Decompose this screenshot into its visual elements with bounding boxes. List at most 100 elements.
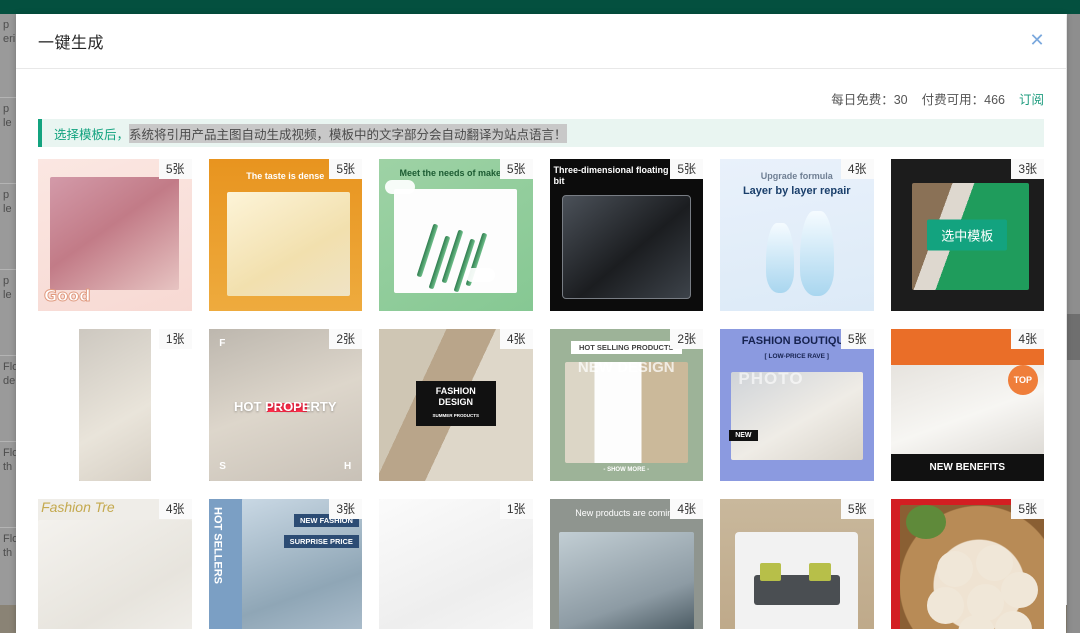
app-top-bar [0, 0, 1080, 14]
template-art-footer: - SHOW MORE - [603, 467, 650, 474]
template-count-badge: 4张 [158, 499, 192, 519]
template-thumbnail-art: HOT PROPERTY F S H [208, 329, 362, 481]
template-art-subtitle: [ LOW-PRICE RAVE ] [764, 353, 829, 361]
template-thumbnail[interactable]: Good [38, 159, 192, 311]
select-template-button[interactable]: 选中模板 [927, 219, 1008, 251]
template-card[interactable]: New products are coming 4张 [549, 499, 703, 629]
template-count-badge: 1张 [158, 329, 192, 349]
template-thumbnail-art: Good [38, 159, 192, 311]
template-card[interactable]: 选中模板 3张 [890, 159, 1044, 311]
page-scrollbar-thumb[interactable] [1067, 314, 1080, 360]
cloud-shape [464, 268, 495, 283]
template-card[interactable]: Good 5张 [38, 159, 192, 311]
paid-label: 付费可用： [921, 92, 985, 107]
greens-shape [905, 505, 946, 539]
template-art-watermark: PHOTO [738, 368, 804, 388]
template-thumbnail-art: TOP NEW BENEFITS [890, 329, 1044, 481]
modal-body: 每日免费：30 付费可用：466 订阅 选择模板后， 系统将引用产品主图自动生成视… [16, 69, 1066, 632]
template-art-script: Fashion Tre [41, 499, 115, 515]
template-card[interactable]: Three-dimensional floating three-bit 5张 [549, 159, 703, 311]
template-thumbnail[interactable]: The taste is dense [208, 159, 362, 311]
bottle-shape [799, 210, 834, 296]
template-art-label: HOT SELLING PRODUCTS [570, 341, 682, 355]
bun-shape [936, 550, 974, 588]
template-card[interactable]: The taste is dense 5张 [208, 159, 362, 311]
template-thumbnail[interactable]: HOT PROPERTY F S H [208, 329, 362, 481]
template-count-badge: 3张 [329, 499, 362, 519]
template-count-badge: 5张 [840, 329, 874, 349]
template-thumbnail[interactable]: Meet the needs of makeup [379, 159, 533, 311]
close-icon[interactable]: ✕ [1024, 28, 1050, 54]
template-art-watermark: NEW DESIGN [577, 359, 675, 377]
app-root: p erip lep lep leFlo deFlo thFlo th 提示：为… [0, 0, 1080, 633]
template-thumbnail-art: FASHION DESIGN SUMMER PRODUCTS [379, 329, 533, 481]
template-count-badge: 5张 [670, 159, 703, 179]
modal-header: 一键生成 ✕ [16, 14, 1066, 69]
corner-letter: H [344, 460, 352, 472]
template-card[interactable]: 1张 [379, 499, 533, 629]
corner-letter: S [219, 460, 226, 472]
bun-shape [1001, 571, 1038, 609]
template-card[interactable]: 1张 [38, 329, 192, 481]
template-art-badge: NEW [729, 430, 758, 442]
template-thumbnail[interactable]: TOP NEW BENEFITS [890, 329, 1044, 481]
template-card[interactable]: HOT SELLERS NEW FASHION SURPRISE PRICE 3张 [208, 499, 362, 629]
corner-letter: F [219, 338, 226, 350]
one-click-generate-modal: 一键生成 ✕ 每日免费：30 付费可用：466 订阅 选择模板后， 系统将引用产品… [16, 14, 1066, 633]
template-grid: Good 5张 The taste is dense 5张 Meet the needs… [38, 159, 1044, 629]
template-count-badge: 4张 [840, 159, 874, 179]
template-art-pill: SURPRISE PRICE [283, 535, 359, 549]
template-count-badge: 2张 [670, 329, 703, 349]
template-count-badge: 5张 [329, 159, 362, 179]
template-count-badge: 4张 [670, 499, 703, 519]
template-card[interactable]: TOP NEW BENEFITS 4张 [890, 329, 1044, 481]
template-card[interactable]: FASHION BOUTIQUE[ LOW-PRICE RAVE ] PHOTO N… [720, 329, 874, 481]
template-thumbnail[interactable]: Upgrade formula Layer by layer repair [720, 159, 874, 311]
template-art-label: HOT SELLERS [211, 507, 224, 585]
paid-quota: 付费可用：466 [922, 89, 1005, 108]
template-art-label: Layer by layer repair [742, 186, 851, 198]
template-card[interactable]: HOT PROPERTY F S H 2张 [208, 329, 362, 481]
template-art-label: NEW BENEFITS [890, 453, 1044, 481]
quota-bar: 每日免费：30 付费可用：466 订阅 [38, 69, 1044, 111]
template-count-badge: 4张 [1011, 329, 1044, 349]
template-thumbnail[interactable]: 选中模板 [890, 159, 1044, 311]
page-scrollbar[interactable] [1067, 14, 1080, 633]
template-card[interactable]: FASHION DESIGN SUMMER PRODUCTS 4张 [379, 329, 533, 481]
template-art-label: FASHION DESIGN SUMMER PRODUCTS [415, 380, 496, 427]
template-card[interactable]: NEW DESIGN HOT SELLING PRODUCTS - SHOW MOR… [549, 329, 703, 481]
template-card[interactable]: 5张 [720, 499, 874, 629]
cloud-shape [385, 180, 416, 195]
template-count-badge: 5张 [158, 159, 192, 179]
paid-value: 466 [984, 92, 1005, 107]
template-count-badge: 4张 [499, 329, 533, 349]
notice-banner: 选择模板后， 系统将引用产品主图自动生成视频，模板中的文字部分会自动翻译为站点语言… [38, 119, 1044, 147]
template-thumbnail-art: Meet the needs of makeup [379, 159, 533, 311]
template-thumbnail[interactable]: FASHION BOUTIQUE[ LOW-PRICE RAVE ] PHOTO N… [720, 329, 874, 481]
template-thumbnail[interactable]: NEW DESIGN HOT SELLING PRODUCTS - SHOW MOR… [549, 329, 703, 481]
template-count-badge: 3张 [1011, 159, 1044, 179]
template-count-badge: 2张 [329, 329, 362, 349]
template-card[interactable]: Meet the needs of makeup 5张 [379, 159, 533, 311]
template-art-caption: Good [44, 286, 92, 306]
daily-free-quota: 每日免费：30 [831, 89, 907, 108]
template-thumbnail-art: Upgrade formula Layer by layer repair [720, 159, 874, 311]
template-count-badge: 1张 [499, 499, 533, 519]
template-card[interactable]: Upgrade formula Layer by layer repair 4张 [720, 159, 874, 311]
template-card[interactable]: 5张 [890, 499, 1044, 629]
modal-title: 一键生成 [38, 35, 105, 52]
template-count-badge: 5张 [499, 159, 533, 179]
daily-free-label: 每日免费： [831, 92, 894, 107]
template-thumbnail[interactable]: FASHION DESIGN SUMMER PRODUCTS [379, 329, 533, 481]
template-card[interactable]: Fashion Tre 4张 [38, 499, 192, 629]
template-thumbnail[interactable]: Three-dimensional floating three-bit [549, 159, 703, 311]
template-thumbnail-art: The taste is dense [208, 159, 362, 311]
notice-highlight: 选择模板后， [54, 127, 130, 142]
template-thumbnail[interactable] [78, 329, 151, 481]
template-thumbnail-art [78, 329, 151, 481]
subscribe-link[interactable]: 订阅 [1019, 89, 1044, 108]
template-thumbnail-art: NEW DESIGN HOT SELLING PRODUCTS - SHOW MOR… [549, 329, 703, 481]
daily-free-value: 30 [893, 92, 908, 107]
template-art-label: HOT PROPERTY [233, 398, 337, 414]
template-count-badge: 5张 [840, 499, 874, 519]
